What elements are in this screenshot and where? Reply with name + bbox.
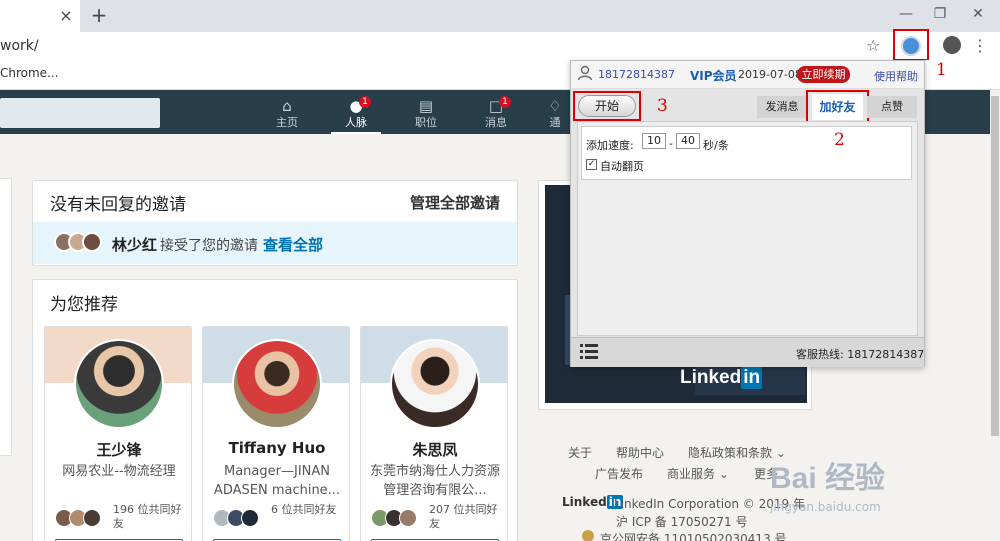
person-card[interactable]: 王少锋 网易农业--物流经理 196 位共同好友	[44, 326, 192, 541]
mutual-count: 196 位共同好友	[113, 503, 182, 530]
annotation-number: 1	[936, 60, 947, 80]
menu-kebab-icon[interactable]: ⋮	[972, 36, 988, 56]
avatar[interactable]	[74, 339, 164, 429]
speed-dash: -	[669, 137, 673, 150]
nav-messages[interactable]: □ 1 消息	[471, 96, 521, 134]
start-button[interactable]: 开始	[578, 95, 636, 117]
invitations-title: 没有未回复的邀请	[50, 195, 186, 215]
footer-link-help[interactable]: 帮助中心	[616, 444, 664, 461]
annotation-number: 2	[834, 130, 845, 150]
notification-badge: 1	[359, 96, 371, 108]
tab-send-message[interactable]: 发消息	[757, 96, 807, 118]
nav-notifications[interactable]: ♢ 通	[540, 96, 570, 134]
bell-icon: ♢	[548, 97, 562, 115]
notification-badge: 1	[499, 96, 511, 108]
nav-label: 主页	[276, 116, 298, 129]
nav-jobs[interactable]: ▤ 职位	[401, 96, 451, 134]
person-name[interactable]: 朱思凤	[361, 439, 507, 460]
vip-expiry-date: 2019-07-08	[738, 68, 802, 81]
chevron-down-icon: ⌄	[718, 467, 729, 481]
logo-text: Linked	[680, 367, 742, 388]
recommendations-title: 为您推荐	[50, 295, 118, 315]
extension-logo-icon	[901, 36, 921, 56]
help-link[interactable]: 使用帮助	[874, 68, 918, 84]
mutual-connections: 207 位共同好友	[371, 503, 501, 533]
avatar	[241, 509, 259, 527]
account-phone: 18172814387	[598, 68, 675, 81]
footer-security[interactable]: 京公网安备 11010502030413 号	[600, 530, 787, 541]
invitation-name[interactable]: 林少红	[112, 234, 157, 255]
bookmark-item[interactable]: Chrome...	[0, 66, 59, 80]
person-name[interactable]: Tiffany Huo	[203, 439, 349, 457]
speed-min-input[interactable]: 10	[642, 133, 666, 149]
user-icon	[577, 65, 593, 81]
briefcase-icon: ▤	[418, 97, 434, 115]
browser-toolbar	[0, 32, 1000, 60]
new-tab-button[interactable]: +	[88, 4, 110, 26]
list-menu-icon[interactable]	[580, 343, 598, 361]
person-card[interactable]: Tiffany Huo Manager—JINAN ADASEN machine…	[202, 326, 350, 541]
minimize-icon[interactable]: —	[894, 4, 918, 24]
avatar	[82, 232, 102, 252]
avatar	[83, 509, 101, 527]
manage-invitations-link[interactable]: 管理全部邀请	[410, 192, 500, 213]
person-card[interactable]: 朱思凤 东莞市纳海仕人力资源管理咨询有限公... 207 位共同好友	[360, 326, 508, 541]
mutual-connections: 6 位共同好友	[213, 503, 343, 533]
footer-link-about[interactable]: 关于	[568, 444, 592, 461]
person-name[interactable]: 王少锋	[45, 439, 191, 460]
renew-button[interactable]: 立即续期	[797, 66, 850, 83]
footer-link-ads[interactable]: 广告发布	[595, 465, 643, 482]
tab-close-icon[interactable]: ×	[56, 6, 76, 26]
person-title: Manager—JINAN ADASEN machine...	[213, 464, 341, 498]
footer-icp[interactable]: 沪 ICP 备 17050271 号	[616, 513, 748, 530]
nav-network[interactable]: ● 1 人脉	[331, 96, 381, 134]
invitation-text: 接受了您的邀请	[160, 238, 258, 254]
nav-label: 消息	[485, 116, 507, 129]
person-title: 网易农业--物流经理	[62, 464, 176, 479]
tab-add-friend[interactable]: 加好友	[812, 94, 863, 120]
profile-card-partial	[0, 178, 12, 456]
tab-strip	[0, 0, 1000, 32]
profile-icon[interactable]	[943, 36, 961, 54]
view-all-link[interactable]: 查看全部	[263, 234, 323, 255]
logo-in-badge: in	[741, 367, 763, 389]
footer-link-label: 商业服务	[667, 467, 716, 481]
extension-button[interactable]	[893, 29, 929, 61]
speed-unit: 秒/条	[703, 139, 729, 152]
watermark-url: jingyan.baidu.com	[770, 500, 881, 514]
avatar[interactable]	[232, 339, 322, 429]
restore-icon[interactable]: ❐	[928, 4, 952, 24]
police-badge-icon	[582, 530, 594, 541]
home-icon: ⌂	[282, 97, 292, 115]
service-hotline: 客服热线: 18172814387	[796, 348, 925, 361]
vip-label: VIP会员	[690, 69, 737, 83]
nav-label: 人脉	[345, 116, 367, 129]
tab-like[interactable]: 点赞	[867, 96, 917, 118]
annotation-number: 3	[657, 96, 668, 116]
linkedin-logo: Linked in	[680, 367, 763, 389]
logo-text: Linked	[562, 495, 607, 509]
speed-label: 添加速度:	[586, 139, 634, 152]
watermark-logo: Bai 经验	[770, 462, 886, 495]
bookmark-star-icon[interactable]: ☆	[866, 36, 884, 56]
mutual-count: 207 位共同好友	[429, 503, 498, 530]
nav-home[interactable]: ⌂ 主页	[262, 96, 312, 134]
auto-page-checkbox[interactable]: ✓	[586, 159, 597, 170]
person-title: 东莞市纳海仕人力资源管理咨询有限公...	[369, 464, 500, 498]
nav-label: 通	[549, 116, 561, 129]
mutual-count: 6 位共同好友	[271, 503, 337, 516]
footer-link-business[interactable]: 商业服务 ⌄	[667, 465, 729, 482]
mutual-connections: 196 位共同好友	[55, 503, 185, 533]
avatar	[399, 509, 417, 527]
window-close-icon[interactable]: ✕	[966, 4, 990, 24]
scrollbar-thumb[interactable]	[991, 96, 999, 436]
speed-max-input[interactable]: 40	[676, 133, 700, 149]
avatar[interactable]	[390, 339, 480, 429]
footer-link-label: 隐私政策和条款	[688, 446, 773, 460]
search-input[interactable]	[0, 98, 160, 128]
nav-label: 职位	[415, 116, 437, 129]
auto-page-label: 自动翻页	[600, 160, 644, 173]
address-bar[interactable]: work/	[0, 36, 39, 56]
